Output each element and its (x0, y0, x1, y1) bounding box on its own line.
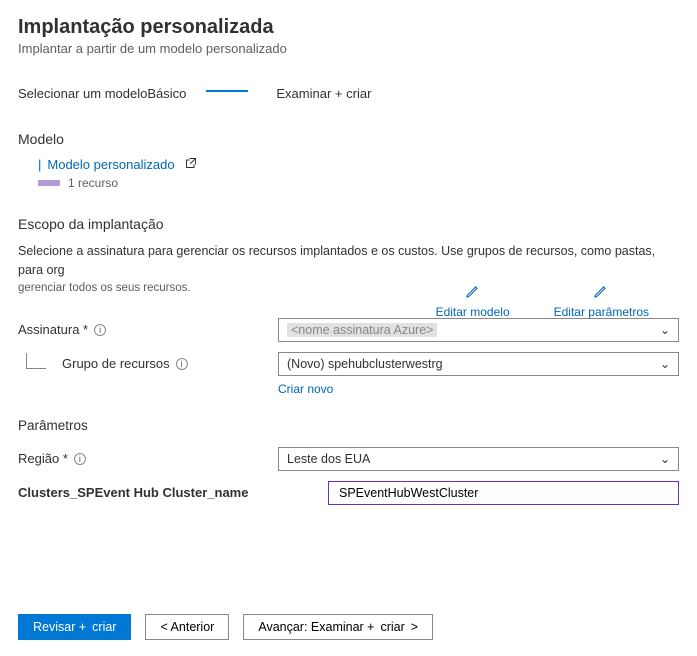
next-create: criar (380, 620, 404, 634)
tab-label: criar (346, 86, 371, 101)
info-icon[interactable]: i (94, 324, 106, 336)
cluster-name-input[interactable] (337, 485, 670, 501)
tab-basics[interactable] (206, 82, 256, 107)
create-new-link[interactable]: Criar novo (278, 382, 679, 396)
tab-label: Examinar + (276, 86, 342, 101)
tab-select-template[interactable]: Selecionar um modelo Básico (18, 82, 194, 107)
resource-group-label: Grupo de recursos i (18, 356, 278, 371)
cluster-name-input-wrapper (328, 481, 679, 505)
tab-review-create[interactable]: Examinar + criar (276, 82, 379, 107)
region-select[interactable]: Leste dos EUA ⌄ (278, 447, 679, 471)
template-link[interactable]: |Modelo personalizado (38, 157, 175, 172)
tree-indent-icon (26, 353, 46, 369)
chevron-down-icon: ⌄ (660, 323, 670, 337)
subscription-label: Assinatura i (18, 322, 278, 337)
region-label: Região i (18, 451, 278, 466)
scope-header: Escopo da implantação (18, 216, 679, 232)
pencil-icon (465, 283, 481, 299)
footer-actions: Revisar + criar < Anterior Avançar: Exam… (18, 614, 433, 640)
previous-button[interactable]: < Anterior (145, 614, 229, 640)
template-link-text: Modelo personalizado (47, 157, 174, 172)
review-prefix: Revisar + (33, 620, 86, 634)
review-create-button[interactable]: Revisar + criar (18, 614, 131, 640)
resource-color-bar (38, 180, 60, 186)
resource-count: 1 recurso (68, 176, 118, 190)
open-external-icon[interactable] (185, 157, 197, 172)
resource-group-value: (Novo) spehubclusterwestrg (287, 357, 443, 371)
cluster-name-label: Clusters_SPEvent Hub Cluster_name (18, 485, 328, 500)
subscription-value: <nome assinatura Azure> (287, 323, 437, 337)
tab-bar: Selecionar um modelo Básico Examinar + c… (18, 82, 679, 107)
resource-group-select[interactable]: (Novo) spehubclusterwestrg ⌄ (278, 352, 679, 376)
scope-description: Selecione a assinatura para gerenciar os… (18, 242, 679, 280)
page-subtitle: Implantar a partir de um modelo personal… (18, 41, 679, 56)
parameters-header: Parâmetros (18, 418, 679, 433)
next-button[interactable]: Avançar: Examinar + criar > (243, 614, 433, 640)
template-header: Modelo (18, 131, 679, 147)
edit-parameters-label: Editar parâmetros (554, 305, 649, 319)
info-icon[interactable]: i (176, 358, 188, 370)
page-title: Implantação personalizada (18, 16, 679, 39)
template-section: Modelo |Modelo personalizado 1 recurso E… (18, 131, 679, 190)
tab-label: Selecionar um modelo (18, 86, 147, 101)
tab-label: Básico (147, 86, 186, 101)
pencil-icon (593, 283, 609, 299)
next-prefix: Avançar: Examinar + (258, 620, 374, 634)
edit-parameters-button[interactable]: Editar parâmetros (554, 283, 649, 319)
subscription-select[interactable]: <nome assinatura Azure> ⌄ (278, 318, 679, 342)
edit-template-button[interactable]: Editar modelo (436, 283, 510, 319)
edit-template-label: Editar modelo (436, 305, 510, 319)
chevron-down-icon: ⌄ (660, 357, 670, 371)
next-suffix: > (411, 620, 418, 634)
region-value: Leste dos EUA (287, 452, 370, 466)
chevron-down-icon: ⌄ (660, 452, 670, 466)
review-create: criar (92, 620, 116, 634)
info-icon[interactable]: i (74, 453, 86, 465)
